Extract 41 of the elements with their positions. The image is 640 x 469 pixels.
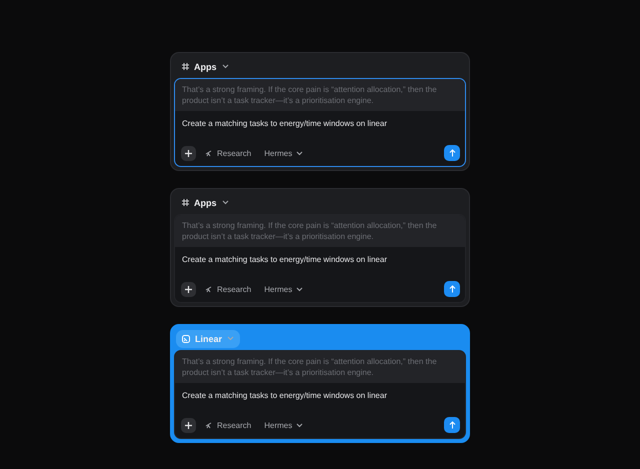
quoted-text: That’s a strong framing. If the core pain is “attention allocation,” then the product isn’t a task tracker—it’s a prioritisation engine. [175,351,465,383]
arrow-up-icon [448,285,456,293]
input-field[interactable] [174,214,466,303]
research-button[interactable]: Research [205,284,252,294]
plus-icon [185,286,192,292]
send-button[interactable] [444,145,460,161]
app-logo-icon [182,334,190,342]
model-selector[interactable]: Hermes [264,420,304,430]
plus-icon [185,150,192,156]
send-button[interactable] [444,417,460,433]
message-text: Create a matching tasks to energy/time windows on linear [181,254,388,266]
research-button[interactable]: Research [205,420,252,430]
add-button[interactable] [181,282,196,296]
model-selector[interactable]: Hermes [264,148,304,158]
message-text: Create a matching tasks to energy/time windows on linear [181,118,388,130]
input-field[interactable] [174,78,466,167]
chevron-down-icon [296,150,304,156]
arrow-up-icon [448,421,456,429]
arrow-up-icon [448,149,456,157]
chevron-down-icon [222,64,228,69]
quoted-text: That’s a strong framing. If the core pain is “attention allocation,” then the product isn’t a task tracker—it’s a prioritisation engine. [175,215,465,247]
telescope-icon [205,285,213,293]
chevron-down-icon [296,286,304,292]
chevron-down-icon [296,422,304,428]
chevron-down-icon [227,336,234,341]
app-selector[interactable]: Apps [176,194,234,212]
send-button[interactable] [444,281,460,297]
message-text: Create a matching tasks to energy/time windows on linear [181,390,388,402]
plus-icon [185,422,192,428]
input-field[interactable] [174,350,466,439]
hash-icon [182,63,189,70]
app-selector[interactable]: Apps [176,58,234,76]
add-button[interactable] [181,146,196,160]
model-selector[interactable]: Hermes [264,284,304,294]
telescope-icon [205,149,213,157]
hash-icon [182,199,189,206]
add-button[interactable] [181,418,196,432]
chevron-down-icon [222,200,228,205]
telescope-icon [205,421,213,429]
research-button[interactable]: Research [205,148,252,158]
quoted-text: That’s a strong framing. If the core pain is “attention allocation,” then the product isn’t a task tracker—it’s a prioritisation engine. [175,79,465,111]
